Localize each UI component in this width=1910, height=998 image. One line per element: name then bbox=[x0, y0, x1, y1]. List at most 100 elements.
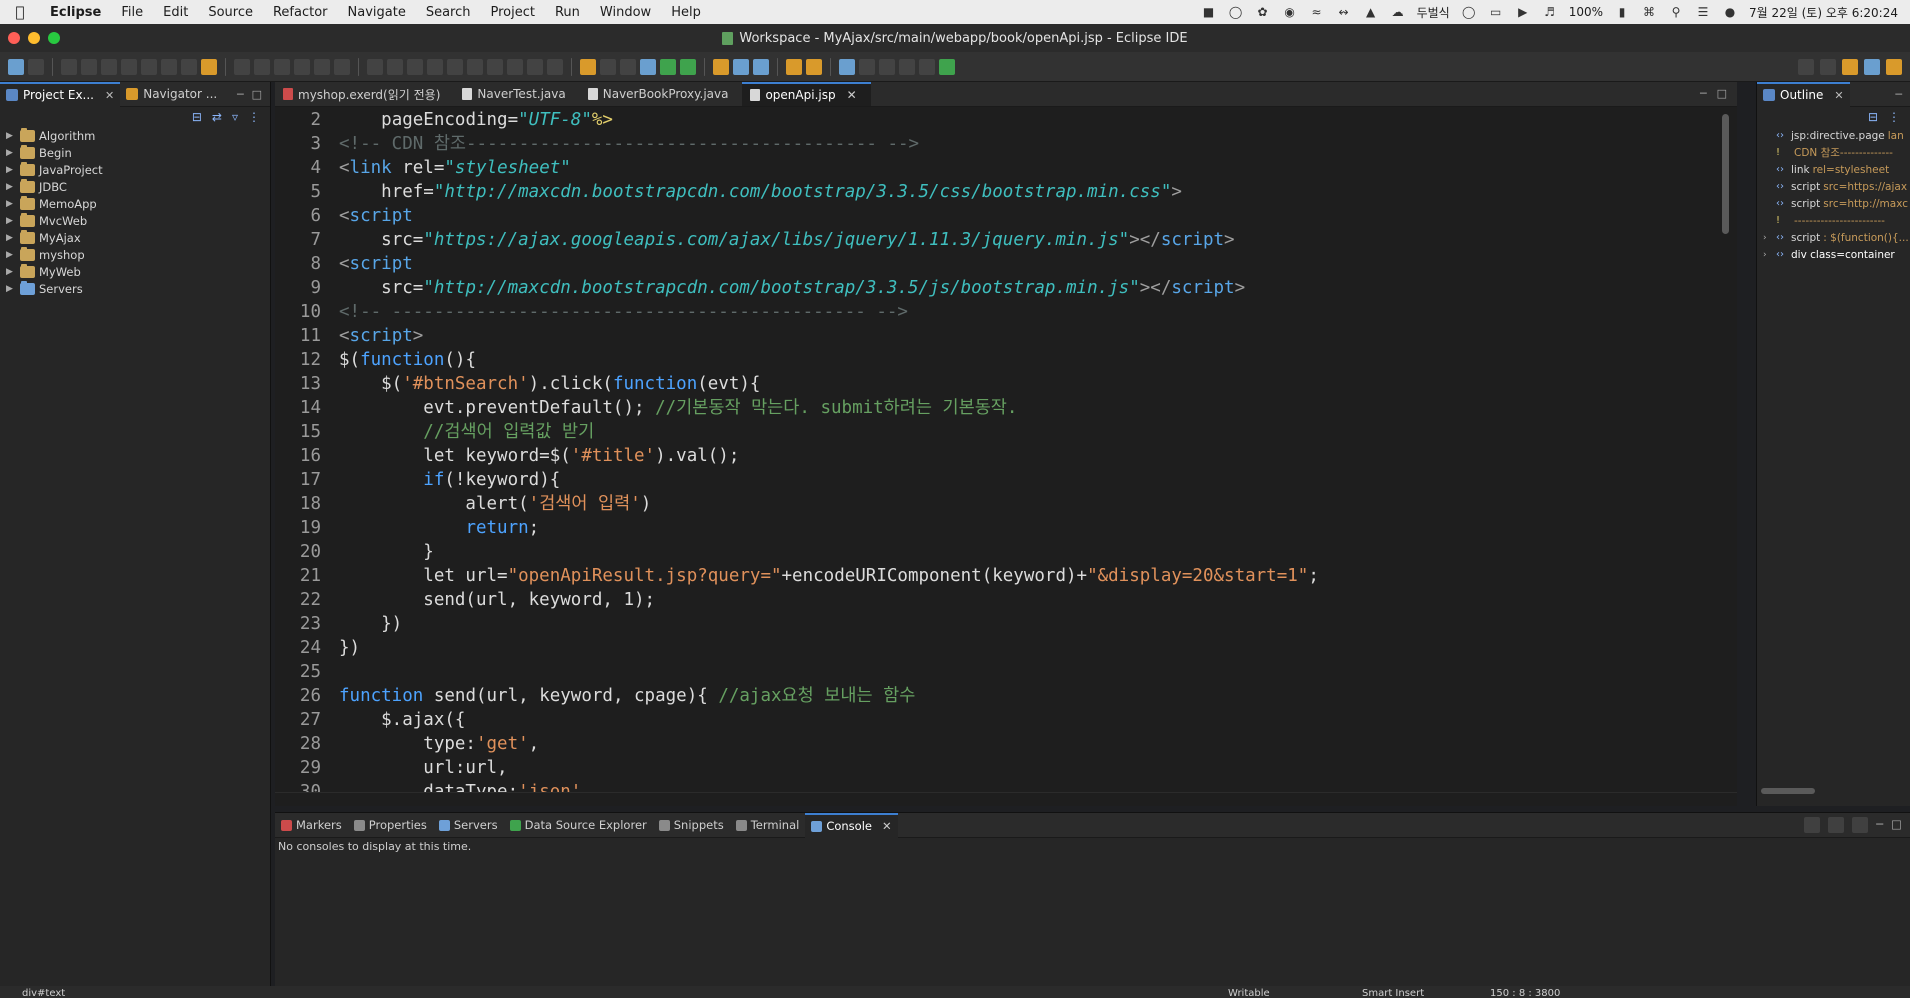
menu-source[interactable]: Source bbox=[198, 5, 263, 20]
step-over-icon[interactable] bbox=[141, 58, 157, 75]
search-icon[interactable] bbox=[1798, 58, 1814, 75]
weather-icon[interactable]: ☁ bbox=[1390, 5, 1406, 19]
chevron-right-icon[interactable]: ▶ bbox=[6, 148, 16, 158]
code-line[interactable]: 8 <script bbox=[275, 252, 1737, 276]
minimize-window-button[interactable] bbox=[28, 32, 40, 44]
pen-icon[interactable] bbox=[806, 58, 822, 75]
tab-properties[interactable]: Properties bbox=[348, 813, 433, 838]
menu-app[interactable]: Eclipse bbox=[40, 5, 111, 20]
toolbar-icon[interactable] bbox=[254, 58, 270, 75]
drop-frame-icon[interactable] bbox=[181, 58, 197, 75]
toolbar-icon[interactable] bbox=[427, 58, 443, 75]
tree-item-project[interactable]: ▶ JDBC bbox=[6, 178, 270, 195]
tree-item-project[interactable]: ▶ Algorithm bbox=[6, 127, 270, 144]
tree-item-project[interactable]: ▶ Begin bbox=[6, 144, 270, 161]
horizontal-scrollbar[interactable] bbox=[275, 792, 1737, 806]
menu-file[interactable]: File bbox=[111, 5, 153, 20]
clear-console-icon[interactable] bbox=[1804, 817, 1821, 833]
code-line[interactable]: 6 <script bbox=[275, 204, 1737, 228]
tab-servers[interactable]: Servers bbox=[433, 813, 504, 838]
forward-arrow-icon[interactable] bbox=[899, 58, 915, 75]
open-folder-icon[interactable] bbox=[786, 58, 802, 75]
tab-console[interactable]: Console ✕ bbox=[805, 812, 898, 838]
tab-outline[interactable]: Outline ✕ bbox=[1757, 81, 1850, 107]
maximize-icon[interactable]: □ bbox=[252, 88, 262, 101]
code-line[interactable]: 25 bbox=[275, 660, 1737, 684]
tab-project-explorer[interactable]: Project Ex... ✕ bbox=[0, 81, 121, 107]
toolbar-icon[interactable] bbox=[859, 58, 875, 75]
zoom-window-button[interactable] bbox=[48, 32, 60, 44]
maximize-icon[interactable]: □ bbox=[1891, 817, 1902, 833]
shield-icon[interactable]: ◯ bbox=[1228, 5, 1244, 19]
outline-item[interactable]: ‹› script src=https://ajax bbox=[1763, 178, 1910, 195]
toolbar-icon[interactable] bbox=[274, 58, 290, 75]
app-status-icon[interactable]: ◯ bbox=[1461, 5, 1477, 19]
suspend-icon[interactable] bbox=[81, 58, 97, 75]
toolbar-icon[interactable] bbox=[939, 58, 955, 75]
debug-icon[interactable] bbox=[640, 58, 656, 75]
toolbar-icon[interactable] bbox=[367, 58, 383, 75]
tab-navertest-java[interactable]: NaverTest.java bbox=[454, 82, 579, 106]
back-arrow-icon[interactable] bbox=[879, 58, 895, 75]
apple-icon[interactable]:  bbox=[0, 3, 40, 21]
tab-markers[interactable]: Markers bbox=[275, 813, 348, 838]
open-type-icon[interactable] bbox=[733, 58, 749, 75]
play-icon[interactable]: ▶ bbox=[1515, 5, 1531, 19]
minimize-icon[interactable]: ─ bbox=[1700, 87, 1707, 100]
view-menu-icon[interactable]: ⋮ bbox=[248, 110, 260, 124]
chevron-right-icon[interactable]: ▶ bbox=[6, 165, 16, 175]
control-center-icon[interactable]: ☰ bbox=[1695, 5, 1711, 19]
tab-naverbookproxy-java[interactable]: NaverBookProxy.java bbox=[580, 82, 743, 106]
chevron-right-icon[interactable]: ▶ bbox=[6, 267, 16, 277]
toolbar-icon[interactable] bbox=[600, 58, 616, 75]
tab-navigator[interactable]: Navigator ... bbox=[120, 82, 223, 107]
tree-item-project[interactable]: ▶ MvcWeb bbox=[6, 212, 270, 229]
tab-openapi-jsp[interactable]: openApi.jsp ✕ bbox=[742, 82, 871, 106]
run-icon[interactable] bbox=[660, 58, 676, 75]
tree-item-project[interactable]: ▶ MyAjax bbox=[6, 229, 270, 246]
menu-navigate[interactable]: Navigate bbox=[338, 5, 416, 20]
toolbar-icon[interactable] bbox=[314, 58, 330, 75]
code-line[interactable]: 12 $(function(){ bbox=[275, 348, 1737, 372]
code-line[interactable]: 9 src="http://maxcdn.bootstrapcdn.com/bo… bbox=[275, 276, 1737, 300]
chevron-right-icon[interactable]: ▶ bbox=[6, 284, 16, 294]
app-status-icon[interactable]: ◉ bbox=[1282, 5, 1298, 19]
toolbar-icon[interactable] bbox=[387, 58, 403, 75]
toolbar-icon[interactable] bbox=[487, 58, 503, 75]
app-status-icon[interactable]: ▲ bbox=[1363, 5, 1379, 19]
use-step-filters-icon[interactable] bbox=[201, 58, 217, 75]
tree-item-project[interactable]: ▶ JavaProject bbox=[6, 161, 270, 178]
toolbar-icon[interactable] bbox=[28, 58, 44, 75]
view-menu-icon[interactable]: ⋮ bbox=[1888, 110, 1900, 124]
volume-icon[interactable]: ♬ bbox=[1542, 5, 1558, 19]
code-line[interactable]: 28 type:'get', bbox=[275, 732, 1737, 756]
toolbar-icon[interactable] bbox=[447, 58, 463, 75]
battery-icon[interactable]: ▮ bbox=[1614, 5, 1630, 19]
tab-myshop-exerd[interactable]: myshop.exerd(읽기 전용) bbox=[275, 82, 454, 106]
code-line[interactable]: 17 if(!keyword){ bbox=[275, 468, 1737, 492]
close-icon[interactable]: ✕ bbox=[847, 88, 857, 102]
tree-item-project[interactable]: ▶ MyWeb bbox=[6, 263, 270, 280]
input-source-label[interactable]: 두벌식 bbox=[1417, 4, 1450, 21]
close-icon[interactable]: ✕ bbox=[105, 89, 114, 102]
horizontal-scrollbar[interactable] bbox=[1761, 788, 1815, 794]
outline-item[interactable]: › ‹› script : $(function(){... bbox=[1763, 229, 1910, 246]
outline-item[interactable]: ! ------------------------ bbox=[1763, 212, 1910, 229]
perspective-java-icon[interactable] bbox=[1864, 58, 1880, 75]
tab-snippets[interactable]: Snippets bbox=[653, 813, 730, 838]
menu-run[interactable]: Run bbox=[545, 5, 590, 20]
bluetooth-icon[interactable]: ↭ bbox=[1336, 5, 1352, 19]
code-line[interactable]: 30 dataType:'json', bbox=[275, 780, 1737, 792]
menu-edit[interactable]: Edit bbox=[153, 5, 198, 20]
toolbar-icon[interactable] bbox=[527, 58, 543, 75]
code-line[interactable]: 27 $.ajax({ bbox=[275, 708, 1737, 732]
toolbar-icon[interactable] bbox=[407, 58, 423, 75]
resume-icon[interactable] bbox=[61, 58, 77, 75]
tab-terminal[interactable]: Terminal bbox=[730, 813, 806, 838]
code-line[interactable]: 3 <!-- CDN 참조----------------------------… bbox=[275, 132, 1737, 156]
chevron-right-icon[interactable]: › bbox=[1763, 250, 1773, 260]
step-into-icon[interactable] bbox=[121, 58, 137, 75]
siri-icon[interactable]: ● bbox=[1722, 5, 1738, 19]
tree-item-project[interactable]: ▶ Servers bbox=[6, 280, 270, 297]
chevron-right-icon[interactable]: ▶ bbox=[6, 131, 16, 141]
